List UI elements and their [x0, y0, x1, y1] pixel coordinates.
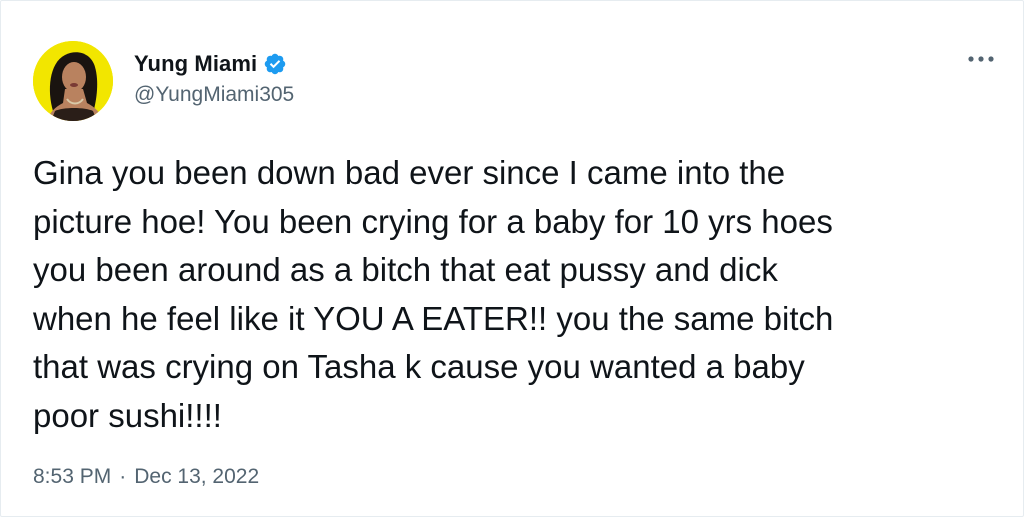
display-name[interactable]: Yung Miami	[134, 51, 257, 77]
tweet-timestamp[interactable]: 8:53 PM · Dec 13, 2022	[33, 465, 259, 489]
tweet-time[interactable]: 8:53 PM	[33, 465, 111, 489]
more-options-icon	[968, 56, 994, 62]
avatar-image	[33, 41, 113, 121]
author-handle[interactable]: @YungMiami305	[134, 83, 294, 107]
tweet-card: Yung Miami @YungMiami305 Gina you been d…	[0, 0, 1024, 517]
more-options-button[interactable]	[963, 47, 999, 71]
tweet-date[interactable]: Dec 13, 2022	[134, 465, 259, 489]
verified-badge-icon	[263, 52, 287, 76]
timestamp-separator: ·	[119, 465, 127, 488]
avatar[interactable]	[33, 41, 113, 121]
author-name-row: Yung Miami	[134, 49, 287, 79]
tweet-text: Gina you been down bad ever since I came…	[33, 154, 834, 434]
